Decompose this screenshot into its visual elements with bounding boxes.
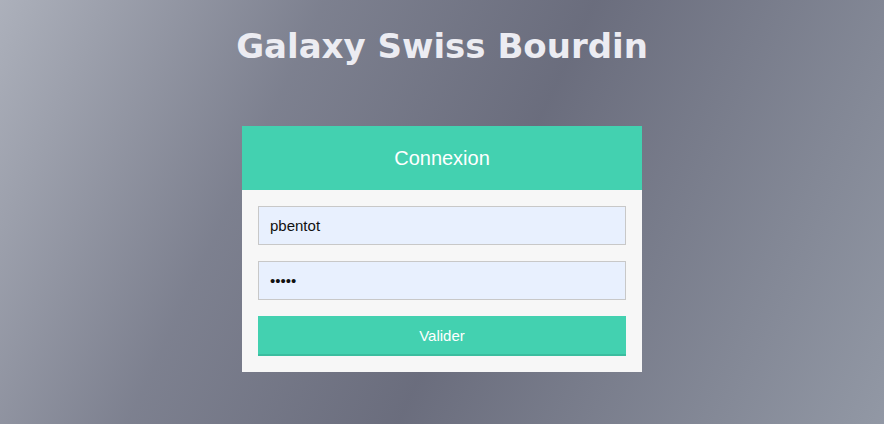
login-page: Galaxy Swiss Bourdin Connexion Valider bbox=[0, 0, 884, 424]
card-header: Connexion bbox=[242, 126, 642, 190]
login-card: Connexion Valider bbox=[242, 126, 642, 372]
submit-button[interactable]: Valider bbox=[258, 316, 626, 356]
app-title: Galaxy Swiss Bourdin bbox=[236, 24, 648, 68]
login-input[interactable] bbox=[258, 206, 626, 245]
card-body: Valider bbox=[242, 190, 642, 372]
password-input[interactable] bbox=[258, 261, 626, 300]
